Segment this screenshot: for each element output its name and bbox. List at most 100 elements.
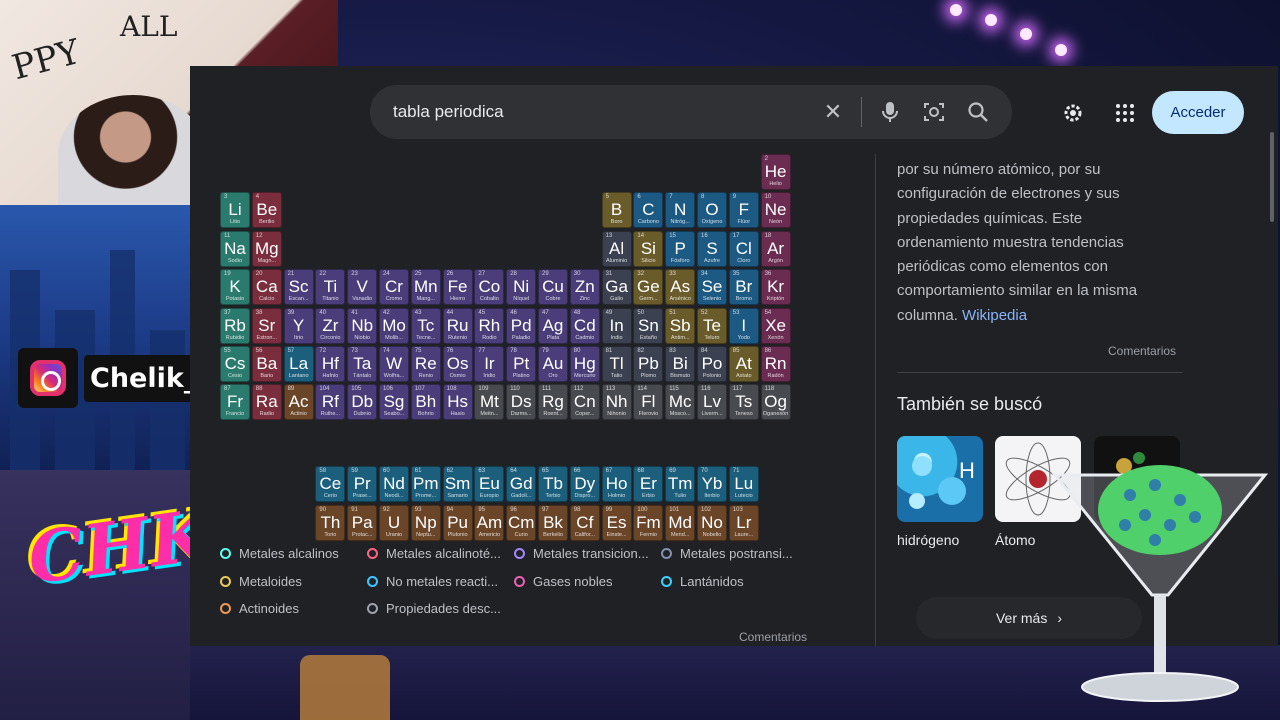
element-p[interactable]: 15 P Fósforo [665, 230, 696, 267]
element-al[interactable]: 13 Al Aluminio [601, 230, 632, 267]
element-nb[interactable]: 41 Nb Niobio [347, 307, 378, 344]
element-pa[interactable]: 91 Pa Protac... [347, 504, 378, 541]
element-b[interactable]: 5 B Boro [601, 192, 632, 229]
search-bar[interactable]: ✕ [370, 85, 1012, 139]
element-be[interactable]: 4 Be Berilio [251, 192, 282, 229]
element-bh[interactable]: 107 Bh Bohrio [410, 384, 441, 421]
element-fe[interactable]: 26 Fe Hierro [442, 269, 473, 306]
element-og[interactable]: 118 Og Oganesón [760, 384, 791, 421]
element-as[interactable]: 33 As Arsénico [665, 269, 696, 306]
element-nh[interactable]: 113 Nh Nihonio [601, 384, 632, 421]
element-rb[interactable]: 37 Rb Rubidio [220, 307, 250, 344]
element-np[interactable]: 93 Np Neptu... [410, 504, 441, 541]
element-lv[interactable]: 116 Lv Liverm... [697, 384, 727, 421]
sign-in-button[interactable]: Acceder [1152, 91, 1244, 134]
element-fr[interactable]: 87 Fr Francio [220, 384, 250, 421]
search-icon[interactable] [956, 90, 1000, 134]
panel-comments-link[interactable]: Comentarios [1108, 344, 1176, 358]
element-nd[interactable]: 60 Nd Neodi... [379, 466, 409, 503]
element-yb[interactable]: 70 Yb Iterbio [697, 466, 727, 503]
element-cm[interactable]: 96 Cm Curio [506, 504, 537, 541]
legend-item[interactable]: Lantánidos [661, 574, 744, 589]
element-sn[interactable]: 50 Sn Estaño [633, 307, 664, 344]
element-pu[interactable]: 94 Pu Plutonio [442, 504, 473, 541]
legend-item[interactable]: Metaloides [220, 574, 302, 589]
element-ta[interactable]: 73 Ta Tántalo [347, 346, 378, 382]
element-ir[interactable]: 77 Ir Iridio [474, 346, 505, 382]
element-sb[interactable]: 51 Sb Antim... [665, 307, 696, 344]
element-tm[interactable]: 69 Tm Tulio [665, 466, 696, 503]
legend-item[interactable]: Metales alcalinoté... [367, 546, 501, 561]
legend-item[interactable]: Propiedades desc... [367, 601, 501, 616]
element-ba[interactable]: 56 Ba Bario [251, 346, 282, 382]
legend-item[interactable]: Actinoides [220, 601, 299, 616]
element-he[interactable]: 2 He Helio [760, 154, 791, 190]
element-na[interactable]: 11 Na Sodio [220, 230, 250, 267]
element-cd[interactable]: 48 Cd Cadmio [569, 307, 600, 344]
element-ga[interactable]: 31 Ga Galio [601, 269, 632, 306]
element-bi[interactable]: 83 Bi Bismuto [665, 346, 696, 382]
element-hs[interactable]: 108 Hs Hasio [442, 384, 473, 421]
element-mo[interactable]: 42 Mo Molib... [379, 307, 409, 344]
element-mn[interactable]: 25 Mn Mang... [410, 269, 441, 306]
element-au[interactable]: 79 Au Oro [538, 346, 568, 382]
clear-icon[interactable]: ✕ [811, 90, 855, 134]
element-ca[interactable]: 20 Ca Calcio [251, 269, 282, 306]
element-no[interactable]: 102 No Nobelio [697, 504, 727, 541]
atom-label[interactable]: Átomo [995, 532, 1035, 548]
element-th[interactable]: 90 Th Torio [315, 504, 346, 541]
element-co[interactable]: 27 Co Cobalto [474, 269, 505, 306]
element-md[interactable]: 101 Md Mend... [665, 504, 696, 541]
element-pb[interactable]: 82 Pb Plomo [633, 346, 664, 382]
element-cu[interactable]: 29 Cu Cobre [538, 269, 568, 306]
element-ce[interactable]: 58 Ce Cerio [315, 466, 346, 503]
element-kr[interactable]: 36 Kr Kriptón [760, 269, 791, 306]
element-v[interactable]: 23 V Vanadio [347, 269, 378, 306]
element-y[interactable]: 39 Y Itrio [283, 307, 314, 344]
element-k[interactable]: 19 K Potasio [220, 269, 250, 306]
element-os[interactable]: 76 Os Osmio [442, 346, 473, 382]
comments-link[interactable]: Comentarios [739, 630, 807, 644]
apps-grid-icon[interactable] [1107, 95, 1143, 131]
element-lu[interactable]: 71 Lu Lutecio [728, 466, 759, 503]
search-input[interactable] [393, 102, 811, 122]
element-rn[interactable]: 86 Rn Radón [760, 346, 791, 382]
element-es[interactable]: 99 Es Einste... [601, 504, 632, 541]
element-f[interactable]: 9 F Flúor [728, 192, 759, 229]
element-re[interactable]: 75 Re Renio [410, 346, 441, 382]
element-ag[interactable]: 47 Ag Plata [538, 307, 568, 344]
element-tl[interactable]: 81 Tl Talio [601, 346, 632, 382]
camera-search-icon[interactable] [912, 90, 956, 134]
element-sg[interactable]: 106 Sg Seabo... [379, 384, 409, 421]
element-tc[interactable]: 43 Tc Tecne... [410, 307, 441, 344]
element-po[interactable]: 84 Po Polonio [697, 346, 727, 382]
legend-item[interactable]: No metales reacti... [367, 574, 498, 589]
element-eu[interactable]: 63 Eu Europio [474, 466, 505, 503]
element-xe[interactable]: 54 Xe Xenón [760, 307, 791, 344]
element-dy[interactable]: 66 Dy Dispro... [569, 466, 600, 503]
element-mt[interactable]: 109 Mt Meitn... [474, 384, 505, 421]
element-at[interactable]: 85 At Astato [728, 346, 759, 382]
element-ru[interactable]: 44 Ru Rutenio [442, 307, 473, 344]
element-rf[interactable]: 104 Rf Ruthe... [315, 384, 346, 421]
element-ho[interactable]: 67 Ho Holmio [601, 466, 632, 503]
element-tb[interactable]: 65 Tb Terbio [538, 466, 568, 503]
element-hf[interactable]: 72 Hf Hafnio [315, 346, 346, 382]
element-lr[interactable]: 103 Lr Laure... [728, 504, 759, 541]
hydrogen-label[interactable]: hidrógeno [897, 532, 959, 548]
element-fl[interactable]: 114 Fl Flerovio [633, 384, 664, 421]
element-ts[interactable]: 117 Ts Teneso [728, 384, 759, 421]
element-o[interactable]: 8 O Oxígeno [697, 192, 727, 229]
element-fm[interactable]: 100 Fm Fermio [633, 504, 664, 541]
microphone-icon[interactable] [868, 90, 912, 134]
element-ge[interactable]: 32 Ge Germ... [633, 269, 664, 306]
element-se[interactable]: 34 Se Selenio [697, 269, 727, 306]
element-ra[interactable]: 88 Ra Radio [251, 384, 282, 421]
scrollbar[interactable] [1270, 132, 1274, 222]
element-db[interactable]: 105 Db Dubnio [347, 384, 378, 421]
legend-item[interactable]: Metales alcalinos [220, 546, 339, 561]
element-hg[interactable]: 80 Hg Mercurio [569, 346, 600, 382]
element-in[interactable]: 49 In Indio [601, 307, 632, 344]
wikipedia-link[interactable]: Wikipedia [962, 307, 1027, 324]
element-w[interactable]: 74 W Wolfra... [379, 346, 409, 382]
